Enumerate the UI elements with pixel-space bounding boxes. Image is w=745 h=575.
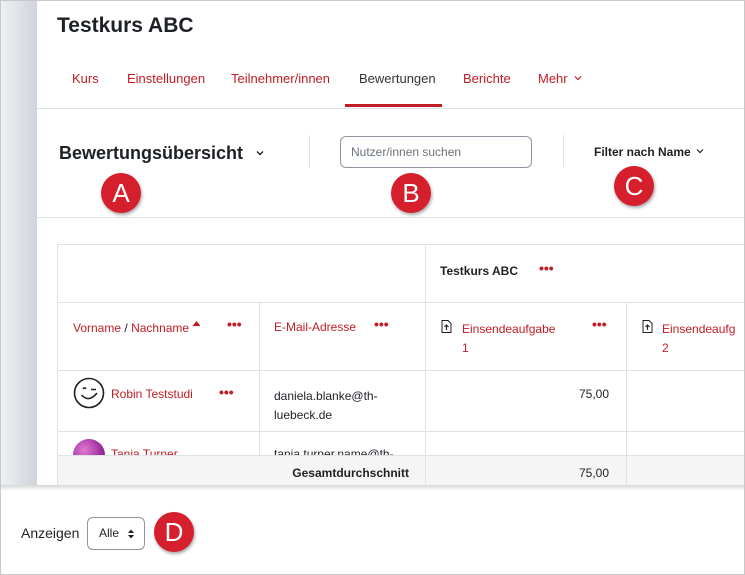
table-border: [57, 302, 744, 303]
tab-kurs[interactable]: Kurs: [72, 71, 99, 86]
student-email-line: luebeck.de: [274, 408, 333, 422]
chevron-down-icon: [256, 151, 264, 156]
email-column-header[interactable]: E-Mail-Adresse: [274, 320, 356, 334]
sort-firstname-link[interactable]: Vorname: [73, 321, 121, 335]
grade-item-1-number: 1: [462, 341, 469, 355]
grade-item-2-number: 2: [662, 341, 669, 355]
screenshot-frame: Testkurs ABC Kurs Einstellungen Teilnehm…: [0, 0, 745, 575]
student-email: daniela.blanke@th- luebeck.de: [274, 387, 378, 425]
avatar: [73, 439, 105, 456]
filter-label: Filter nach Name: [594, 145, 691, 159]
grade-item-2-header[interactable]: Einsendeaufg 2: [662, 320, 735, 358]
tab-teilnehmer[interactable]: Teilnehmer/innen: [231, 71, 330, 86]
tab-bewertungen[interactable]: Bewertungen: [359, 71, 436, 86]
table-row: Tanja Turner tanja.turner.name@th-: [57, 431, 744, 456]
sort-by-name-header[interactable]: Vorname / Nachname: [73, 320, 201, 335]
tab-mehr[interactable]: Mehr: [538, 71, 582, 86]
sort-asc-icon: [192, 321, 201, 326]
grader-table: Testkurs ABC ••• Vorname / Nachname ••• …: [57, 244, 744, 488]
header-divider: [37, 217, 744, 218]
course-title: Testkurs ABC: [57, 14, 194, 37]
overall-average-label: Gesamtdurchschnitt: [292, 466, 409, 480]
tab-mehr-label: Mehr: [538, 71, 568, 86]
grade-item-2-name: Einsendeaufg: [662, 322, 736, 336]
separator: [563, 135, 564, 167]
email-column-menu-button[interactable]: •••: [374, 316, 389, 332]
assignment-icon: [642, 320, 653, 333]
select-arrows-icon: [128, 529, 134, 539]
student-email-line: daniela.blanke@th-: [274, 389, 378, 403]
user-search-input[interactable]: [340, 136, 532, 168]
show-select-value: Alle: [99, 526, 120, 540]
grade-item-1-menu-button[interactable]: •••: [592, 316, 607, 332]
grade-item-1-name: Einsendeaufgabe: [462, 322, 556, 336]
drawer-shadow: [1, 1, 37, 488]
assignment-icon: [441, 320, 452, 333]
table-border: [626, 456, 627, 488]
grade-item-1-header[interactable]: Einsendeaufgabe 1: [462, 320, 555, 358]
category-header: Testkurs ABC: [440, 264, 519, 278]
category-menu-button[interactable]: •••: [539, 260, 554, 276]
callout-badge-a: A: [101, 173, 141, 213]
tab-einstellungen[interactable]: Einstellungen: [127, 71, 205, 86]
name-separator: /: [124, 321, 128, 335]
chevron-down-icon: [696, 149, 704, 154]
active-tab-indicator: [345, 104, 442, 107]
chevron-down-icon: [574, 76, 582, 81]
separator: [309, 135, 310, 167]
name-column-menu-button[interactable]: •••: [227, 316, 242, 332]
show-label: Anzeigen: [21, 525, 80, 541]
callout-badge-c: C: [614, 166, 654, 206]
overall-average-row: Gesamtdurchschnitt 75,00: [57, 455, 744, 488]
grade-cell[interactable]: 75,00: [437, 387, 609, 401]
show-per-page-select[interactable]: Alle: [87, 517, 145, 550]
overall-average-value: 75,00: [578, 466, 609, 480]
callout-badge-d: D: [154, 512, 194, 552]
table-border: [57, 370, 744, 371]
avatar: [73, 377, 105, 409]
tab-berichte[interactable]: Berichte: [463, 71, 511, 86]
table-border: [57, 244, 744, 245]
sort-lastname-link[interactable]: Nachname: [131, 321, 189, 335]
filter-by-name-dropdown[interactable]: Filter nach Name: [594, 145, 704, 159]
report-selector[interactable]: Bewertungsübersicht: [59, 143, 265, 164]
student-menu-button[interactable]: •••: [219, 384, 234, 400]
course-page: Testkurs ABC Kurs Einstellungen Teilnehm…: [37, 1, 744, 488]
table-border: [425, 456, 426, 488]
nav-divider: [37, 108, 744, 109]
report-title: Bewertungsübersicht: [59, 143, 244, 163]
callout-badge-b: B: [391, 173, 431, 213]
student-name-link[interactable]: Robin Teststudi: [111, 387, 193, 401]
